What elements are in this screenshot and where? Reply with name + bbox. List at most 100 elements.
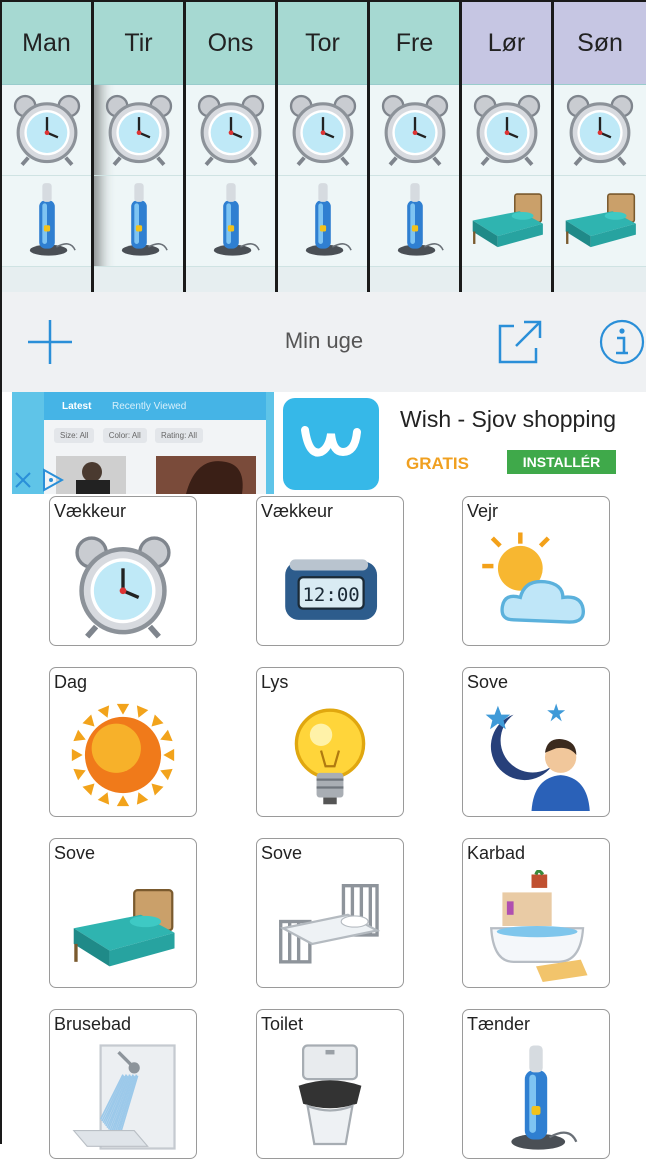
picture-tile[interactable]: Vækkeur 12:00 bbox=[256, 496, 404, 646]
schedule-cell[interactable] bbox=[94, 267, 183, 292]
schedule-cell[interactable] bbox=[462, 85, 551, 176]
picture-tile-label: Sove bbox=[467, 672, 509, 692]
picture-tile-label: Karbad bbox=[467, 843, 526, 863]
bed-icon bbox=[468, 180, 546, 263]
picture-tile-label: Vækkeur bbox=[261, 501, 334, 521]
ad-photo-woman bbox=[156, 456, 256, 494]
schedule-cell[interactable] bbox=[462, 176, 551, 267]
alarm-clock-icon bbox=[284, 89, 362, 172]
page-title: Min uge bbox=[284, 328, 364, 353]
digital-clock-icon: 12:00 bbox=[271, 525, 389, 643]
day-column-tor[interactable]: Tor bbox=[278, 2, 370, 292]
info-button[interactable] bbox=[594, 314, 646, 370]
picture-tile[interactable]: Karbad bbox=[462, 838, 610, 988]
toothbrush-icon bbox=[8, 180, 86, 263]
schedule-cell[interactable] bbox=[278, 176, 367, 267]
share-icon bbox=[498, 320, 542, 364]
schedule-cell[interactable] bbox=[370, 176, 459, 267]
day-column-lør[interactable]: Lør bbox=[462, 2, 554, 292]
schedule-cell[interactable] bbox=[370, 85, 459, 176]
picture-tile[interactable]: Sove bbox=[49, 838, 197, 988]
schedule-cell[interactable] bbox=[2, 176, 91, 267]
ad-chip: Color: All bbox=[102, 428, 147, 443]
schedule-cell[interactable] bbox=[370, 267, 459, 292]
picture-tile-label: Vejr bbox=[467, 501, 499, 521]
shower-icon bbox=[64, 1038, 182, 1156]
picture-tile[interactable]: Dag bbox=[49, 667, 197, 817]
picture-tile[interactable]: Vækkeur bbox=[49, 496, 197, 646]
ad-chip: Size: All bbox=[54, 428, 95, 443]
ad-photo-man bbox=[56, 456, 126, 494]
picture-tile-label: Sove bbox=[54, 843, 96, 863]
picture-tile-label: Dag bbox=[54, 672, 88, 692]
picture-tile[interactable]: Vejr bbox=[462, 496, 610, 646]
svg-text:12:00: 12:00 bbox=[302, 584, 359, 606]
picture-tile[interactable]: Tænder bbox=[462, 1009, 610, 1159]
day-header[interactable]: Tir bbox=[94, 2, 183, 85]
alarm-clock-icon bbox=[100, 89, 178, 172]
schedule-cell[interactable] bbox=[94, 85, 183, 176]
day-header[interactable]: Fre bbox=[370, 2, 459, 85]
picture-tile[interactable]: Sove bbox=[256, 838, 404, 988]
picture-tile-label: Sove bbox=[261, 843, 303, 863]
alarm-clock-icon bbox=[468, 89, 546, 172]
week-schedule-grid: Man Tir Ons Tor Fre Lør Søn bbox=[0, 0, 646, 292]
picture-tile[interactable]: Brusebad bbox=[49, 1009, 197, 1159]
alarm-clock-icon bbox=[561, 89, 639, 172]
schedule-cell[interactable] bbox=[278, 267, 367, 292]
day-header[interactable]: Ons bbox=[186, 2, 275, 85]
bed-icon bbox=[64, 867, 182, 985]
ad-screenshot-filters: Size: All Color: All Rating: All bbox=[54, 428, 209, 443]
picture-tile[interactable]: Lys bbox=[256, 667, 404, 817]
picture-tile[interactable]: Sove bbox=[462, 667, 610, 817]
toothbrush-icon bbox=[284, 180, 362, 263]
ad-app-name: Wish - Sjov shopping bbox=[400, 406, 617, 432]
schedule-cell[interactable] bbox=[2, 267, 91, 292]
ad-screenshot-tab-recent: Recently Viewed bbox=[112, 401, 187, 412]
day-header[interactable]: Tor bbox=[278, 2, 367, 85]
bed-icon bbox=[561, 180, 639, 263]
schedule-cell[interactable] bbox=[554, 85, 646, 176]
info-icon bbox=[599, 319, 645, 365]
schedule-cell[interactable] bbox=[186, 267, 275, 292]
schedule-cell[interactable] bbox=[278, 85, 367, 176]
schedule-cell[interactable] bbox=[186, 176, 275, 267]
schedule-cell[interactable] bbox=[94, 176, 183, 267]
sleep-moon-icon bbox=[477, 696, 595, 814]
picture-tile-label: Brusebad bbox=[54, 1014, 132, 1034]
share-button[interactable] bbox=[492, 314, 548, 370]
day-header[interactable]: Lør bbox=[462, 2, 551, 85]
picture-tile[interactable]: Toilet bbox=[256, 1009, 404, 1159]
bathtub-icon bbox=[477, 867, 595, 985]
day-header[interactable]: Søn bbox=[554, 2, 646, 85]
day-column-man[interactable]: Man bbox=[2, 2, 94, 292]
alarm-clock-icon bbox=[376, 89, 454, 172]
day-column-søn[interactable]: Søn bbox=[554, 2, 646, 292]
schedule-cell[interactable] bbox=[186, 85, 275, 176]
alarm-clock-icon bbox=[192, 89, 270, 172]
ad-banner[interactable]: Latest Recently Viewed Size: All Color: … bbox=[0, 392, 646, 494]
adchoices-icon[interactable] bbox=[40, 468, 64, 492]
toilet-icon bbox=[271, 1038, 389, 1156]
schedule-cell[interactable] bbox=[462, 267, 551, 292]
metal-bed-icon bbox=[271, 867, 389, 985]
sun-icon bbox=[64, 696, 182, 814]
weather-icon bbox=[477, 525, 595, 643]
day-column-fre[interactable]: Fre bbox=[370, 2, 462, 292]
toothbrush-icon bbox=[376, 180, 454, 263]
picture-library: Vækkeur Vækkeur 12:00 Vejr Dag Lys Sove Sove Sov… bbox=[0, 494, 646, 1159]
ad-install-button[interactable]: INSTALLÉR bbox=[507, 450, 616, 474]
close-icon[interactable] bbox=[14, 470, 32, 490]
picture-tile-label: Tænder bbox=[467, 1014, 531, 1034]
ad-price: GRATIS bbox=[406, 454, 469, 473]
schedule-cell[interactable] bbox=[554, 176, 646, 267]
wish-logo-icon bbox=[283, 398, 379, 490]
day-header[interactable]: Man bbox=[2, 2, 91, 85]
day-column-ons[interactable]: Ons bbox=[186, 2, 278, 292]
day-column-tir[interactable]: Tir bbox=[94, 2, 186, 292]
ad-chip: Rating: All bbox=[154, 428, 203, 443]
schedule-cell[interactable] bbox=[554, 267, 646, 292]
schedule-cell[interactable] bbox=[2, 85, 91, 176]
ad-screenshot-tab-latest: Latest bbox=[62, 401, 92, 412]
alarm-clock-icon bbox=[8, 89, 86, 172]
